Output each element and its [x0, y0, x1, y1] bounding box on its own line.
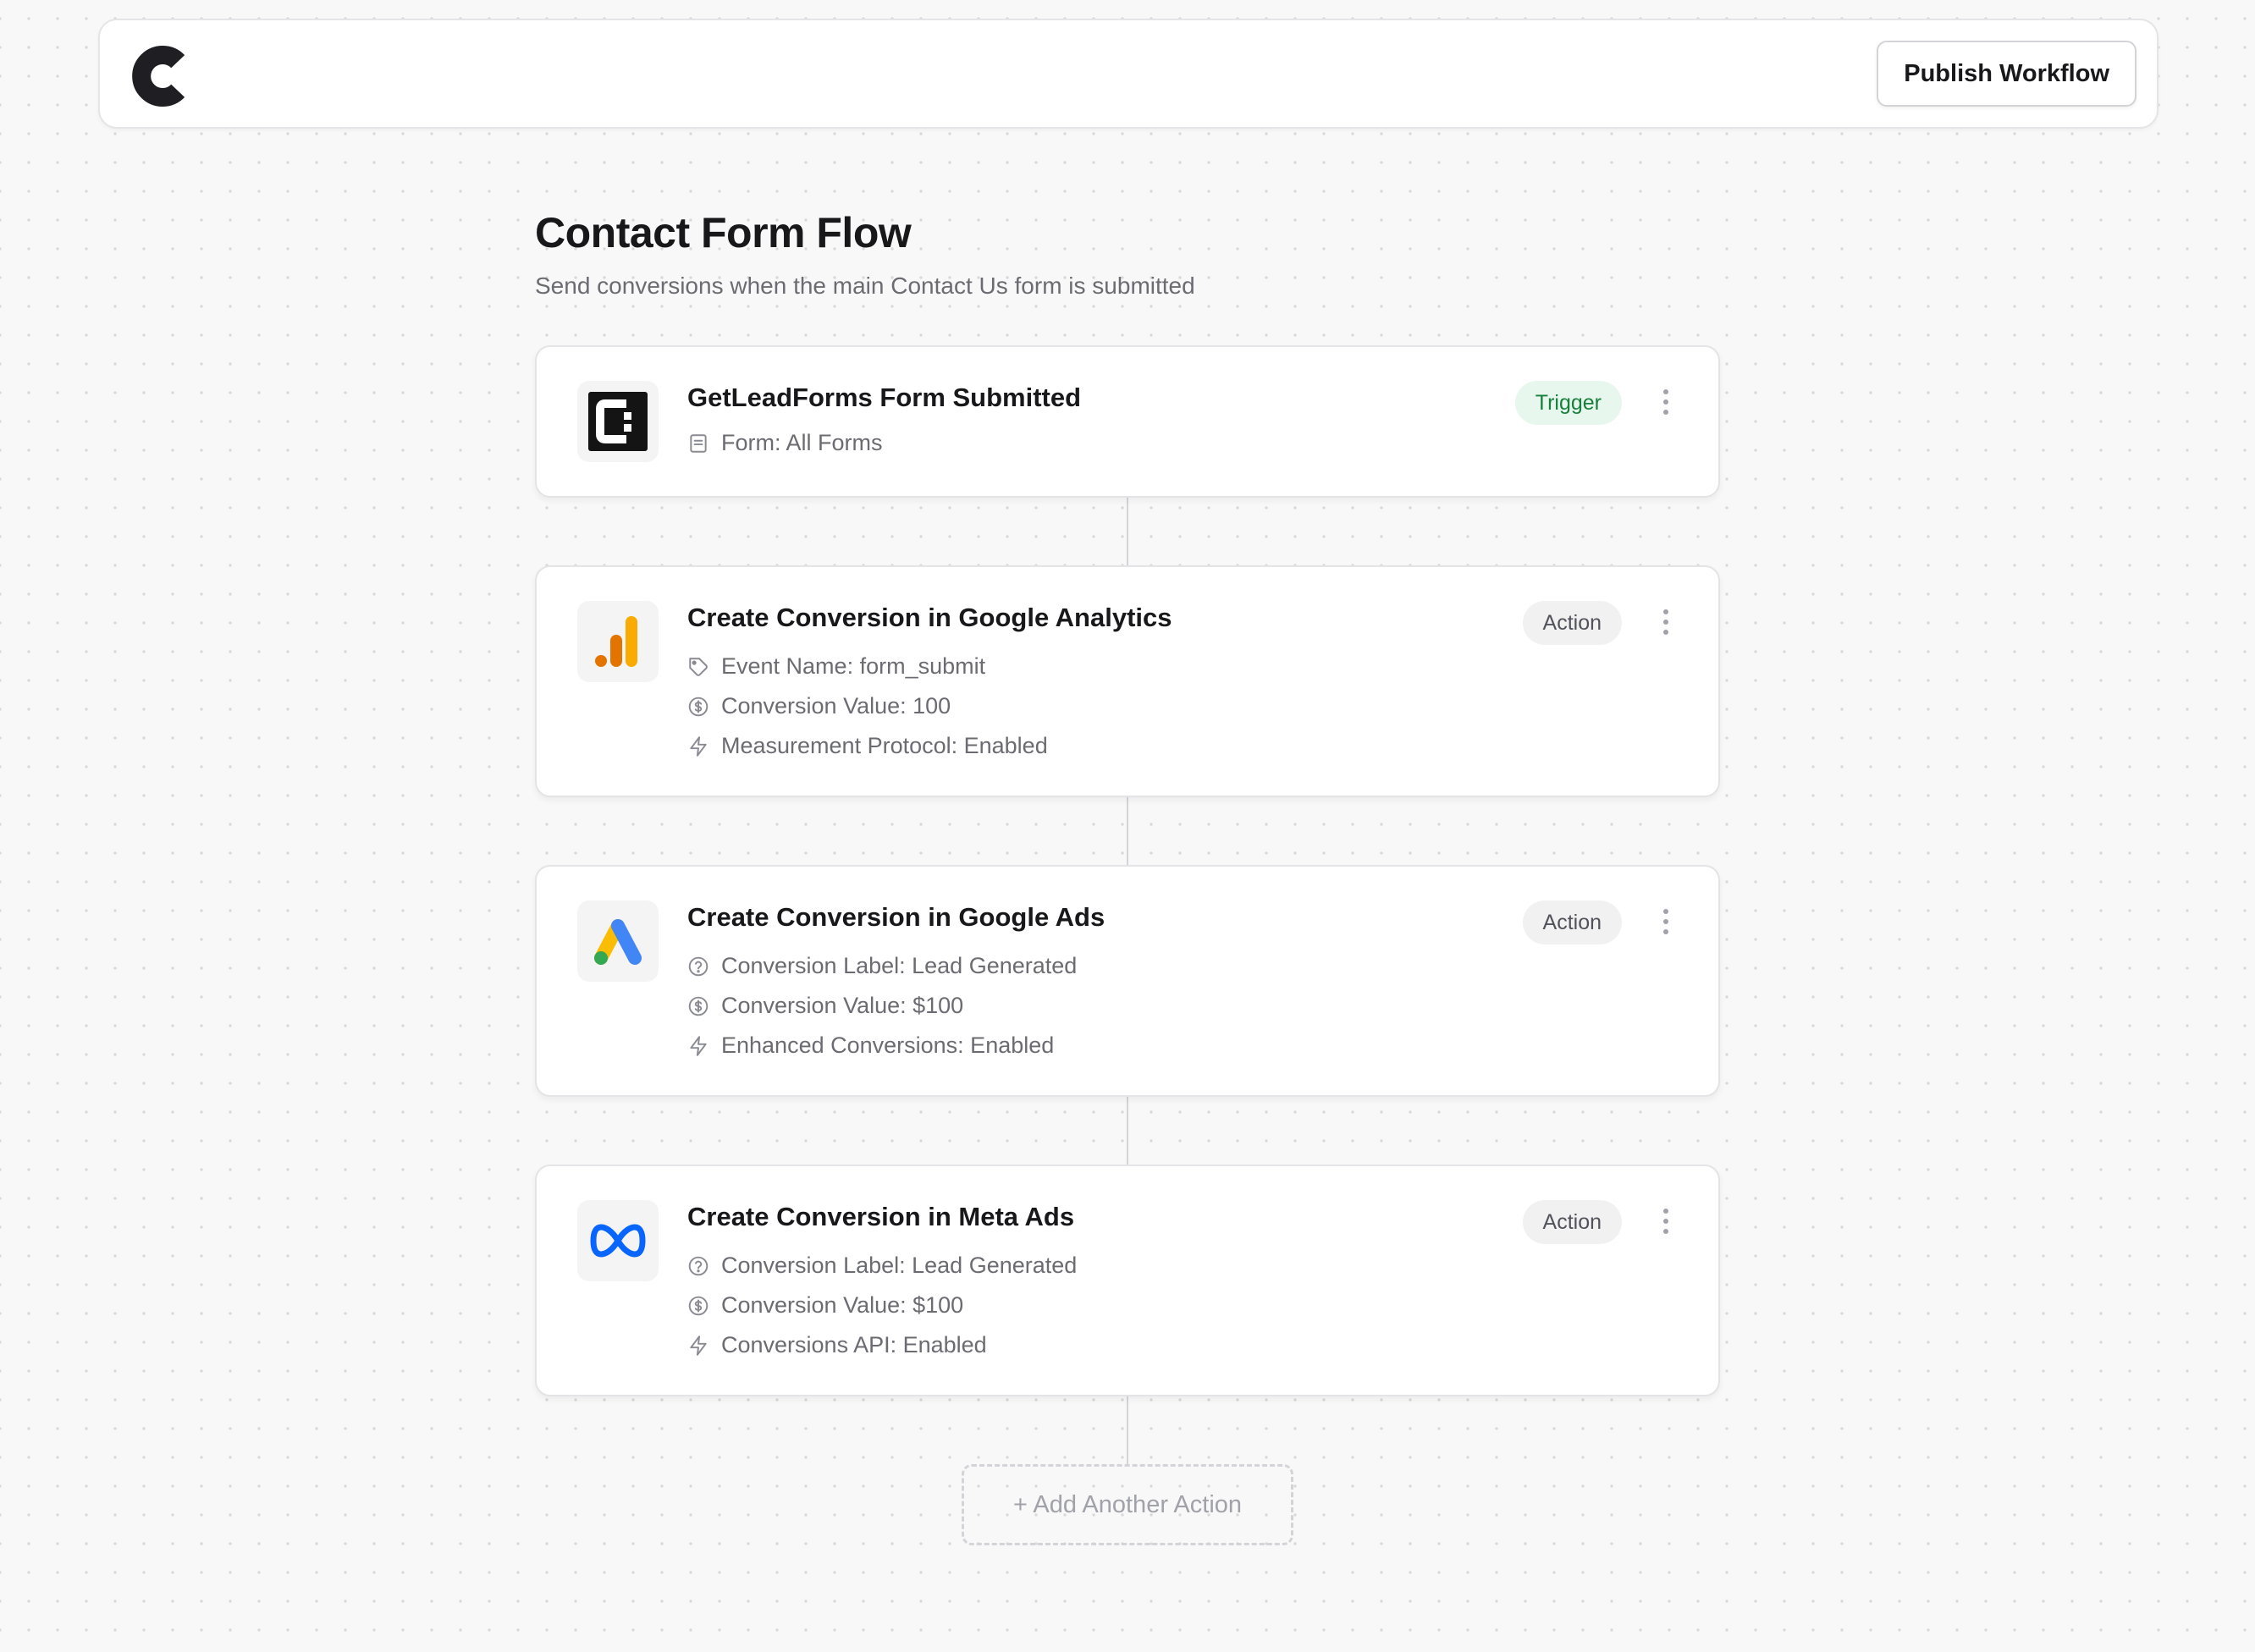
- page-title: Contact Form Flow: [535, 209, 912, 256]
- detail-text: Conversion Value: $100: [721, 993, 964, 1018]
- step-detail: Event Name: form_submit: [687, 653, 985, 680]
- step-detail: Conversion Label: Lead Generated: [687, 953, 1077, 979]
- detail-text: Conversion Value: 100: [721, 693, 951, 719]
- trigger-card[interactable]: GetLeadForms Form Submitted Form: All Fo…: [535, 345, 1720, 498]
- step-title: Create Conversion in Meta Ads: [687, 1202, 1075, 1231]
- flow-connector: [1127, 1396, 1128, 1466]
- action-badge[interactable]: Action: [1522, 900, 1622, 944]
- more-vertical-icon[interactable]: [1657, 608, 1674, 636]
- step-detail: Measurement Protocol: Enabled: [687, 733, 1048, 759]
- google-analytics-icon: [577, 601, 659, 682]
- more-vertical-icon[interactable]: [1657, 907, 1674, 936]
- dollar-circle-icon: [688, 697, 708, 716]
- step-title: Create Conversion in Google Analytics: [687, 603, 1172, 632]
- detail-text: Event Name: form_submit: [721, 653, 986, 679]
- more-vertical-icon[interactable]: [1657, 1207, 1674, 1236]
- dollar-circle-icon: [688, 996, 708, 1016]
- form-icon: [690, 433, 707, 453]
- more-vertical-icon[interactable]: [1657, 388, 1674, 416]
- step-detail: Conversions API: Enabled: [687, 1332, 987, 1358]
- bolt-icon: [690, 1035, 707, 1056]
- dollar-circle-icon: [688, 1296, 708, 1315]
- detail-text: Conversions API: Enabled: [721, 1332, 987, 1357]
- detail-text: Conversion Label: Lead Generated: [721, 953, 1078, 978]
- c-logo-icon[interactable]: [127, 44, 190, 108]
- step-detail: Conversion Value: $100: [687, 993, 963, 1019]
- help-circle-icon: [688, 956, 708, 976]
- add-another-action-button[interactable]: + Add Another Action: [962, 1464, 1293, 1545]
- step-detail: Conversion Value: $100: [687, 1292, 963, 1319]
- flow-connector: [1127, 498, 1128, 565]
- detail-text: Enhanced Conversions: Enabled: [721, 1032, 1055, 1058]
- flow-connector: [1127, 797, 1128, 865]
- step-detail: Conversion Label: Lead Generated: [687, 1253, 1077, 1279]
- getleadforms-icon: [577, 381, 659, 462]
- trigger-badge[interactable]: Trigger: [1514, 381, 1622, 425]
- step-detail: Enhanced Conversions: Enabled: [687, 1032, 1054, 1059]
- detail-text: Form: All Forms: [721, 430, 883, 455]
- detail-text: Measurement Protocol: Enabled: [721, 733, 1048, 758]
- detail-text: Conversion Value: $100: [721, 1292, 964, 1318]
- top-bar: Publish Workflow: [98, 19, 2159, 129]
- action-badge[interactable]: Action: [1522, 601, 1622, 645]
- action-card-google-analytics[interactable]: Create Conversion in Google Analytics Ev…: [535, 565, 1720, 797]
- google-ads-icon: [577, 900, 659, 982]
- meta-icon: [577, 1200, 659, 1281]
- flow-connector: [1127, 1097, 1128, 1165]
- action-badge[interactable]: Action: [1522, 1200, 1622, 1244]
- step-detail: Conversion Value: 100: [687, 693, 951, 719]
- action-card-meta-ads[interactable]: Create Conversion in Meta Ads Conversion…: [535, 1165, 1720, 1396]
- step-detail: Form: All Forms: [687, 430, 883, 456]
- step-title: Create Conversion in Google Ads: [687, 902, 1105, 932]
- step-title: GetLeadForms Form Submitted: [687, 383, 1082, 412]
- detail-text: Conversion Label: Lead Generated: [721, 1253, 1078, 1278]
- page-subtitle: Send conversions when the main Contact U…: [535, 273, 1195, 299]
- publish-workflow-button[interactable]: Publish Workflow: [1877, 41, 2136, 107]
- bolt-icon: [690, 735, 707, 757]
- tag-icon: [689, 657, 708, 676]
- action-card-google-ads[interactable]: Create Conversion in Google Ads Conversi…: [535, 865, 1720, 1097]
- bolt-icon: [690, 1335, 707, 1356]
- help-circle-icon: [688, 1256, 708, 1275]
